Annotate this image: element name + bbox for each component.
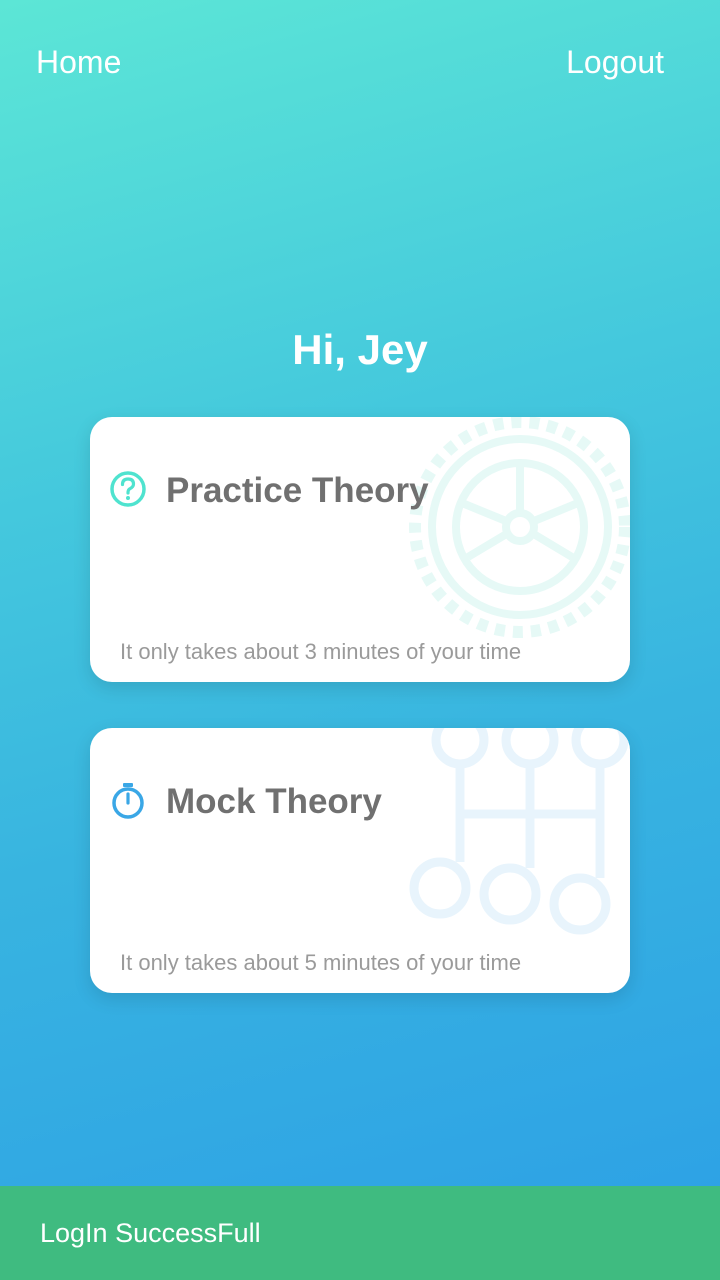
question-circle-icon	[110, 471, 146, 507]
stopwatch-icon	[112, 783, 144, 819]
card-subtitle: It only takes about 5 minutes of your ti…	[120, 950, 522, 975]
card-subtitle: It only takes about 3 minutes of your ti…	[120, 639, 522, 664]
greeting-title: Hi, Jey	[292, 326, 428, 373]
snackbar-message: LogIn SuccessFull	[40, 1218, 261, 1248]
card-title: Practice Theory	[166, 471, 429, 510]
top-nav: Home Logout	[0, 0, 720, 130]
logout-link[interactable]: Logout	[566, 44, 664, 81]
card-title: Mock Theory	[166, 782, 382, 821]
tire-icon	[409, 417, 630, 638]
gear-shift-icon	[409, 728, 629, 935]
mock-theory-card[interactable]: Mock Theory It only takes about 5 minute…	[90, 728, 630, 993]
practice-theory-card[interactable]: Practice Theory It only takes about 3 mi…	[90, 417, 630, 682]
home-link[interactable]: Home	[36, 44, 121, 81]
login-success-snackbar: LogIn SuccessFull	[0, 1186, 720, 1280]
